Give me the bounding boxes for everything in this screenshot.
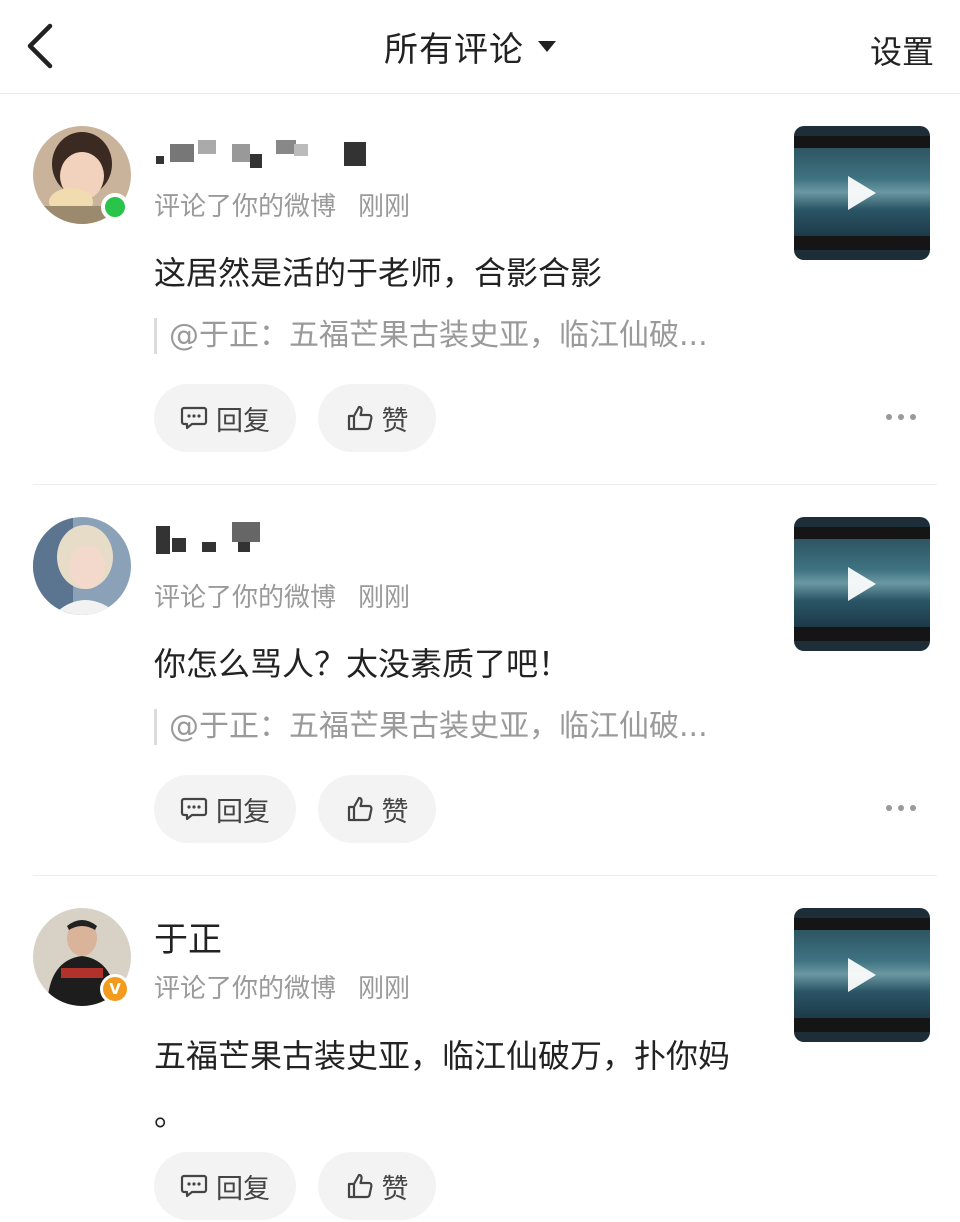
like-label: 赞: [381, 796, 409, 828]
comment-text-line: 五福芒果古装史亚，临江仙破万，扑你妈: [154, 1037, 731, 1075]
post-video-thumbnail[interactable]: [794, 517, 930, 651]
comment-time: 刚刚: [358, 583, 411, 613]
thumbs-up-icon: [347, 796, 373, 822]
page-title: 所有评论: [384, 29, 524, 70]
quoted-post[interactable]: @于正：五福芒果古装史亚，临江仙破...: [154, 318, 708, 354]
play-icon: [848, 567, 876, 601]
back-button[interactable]: [22, 22, 62, 70]
like-label: 赞: [381, 1173, 409, 1205]
verified-badge-text: V: [109, 980, 121, 998]
play-icon: [848, 176, 876, 210]
username-masked[interactable]: [154, 520, 384, 560]
reply-label: 回复: [216, 405, 270, 437]
comment-filter-dropdown[interactable]: 所有评论: [384, 22, 556, 70]
username[interactable]: 于正: [154, 912, 222, 961]
comment-bubble-icon: [180, 1174, 208, 1198]
like-button[interactable]: 赞: [318, 1152, 436, 1220]
quoted-post[interactable]: @于正：五福芒果古装史亚，临江仙破...: [154, 709, 708, 745]
comment-text: 这居然是活的于老师，合影合影: [154, 254, 603, 292]
reply-button[interactable]: 回复: [154, 775, 296, 843]
comment-time: 刚刚: [358, 974, 411, 1004]
back-arrow-icon: [27, 23, 53, 69]
post-video-thumbnail[interactable]: [794, 908, 930, 1042]
comment-meta: 评论了你的微博 刚刚: [154, 577, 410, 614]
comment-text-line: 。: [154, 1095, 187, 1133]
meta-text: 评论了你的微博: [154, 192, 337, 222]
reply-button[interactable]: 回复: [154, 1152, 296, 1220]
dropdown-caret-icon: [538, 40, 556, 52]
comment-bubble-icon: [180, 406, 208, 430]
comment-meta: 评论了你的微博 刚刚: [154, 968, 410, 1005]
like-label: 赞: [381, 405, 409, 437]
divider: [33, 484, 937, 485]
verified-badge: V: [100, 974, 130, 1004]
post-video-thumbnail[interactable]: [794, 126, 930, 260]
divider: [33, 875, 937, 876]
comment-text: 五福芒果古装史亚，临江仙破万，扑你妈 。: [154, 1027, 774, 1143]
more-options-icon[interactable]: [886, 805, 916, 813]
settings-button[interactable]: 设置: [870, 27, 934, 73]
like-button[interactable]: 赞: [318, 384, 436, 452]
top-bar: 所有评论 设置: [0, 0, 960, 94]
avatar[interactable]: [33, 517, 131, 615]
more-options-icon[interactable]: [886, 414, 916, 422]
comment-bubble-icon: [180, 797, 208, 821]
like-button[interactable]: 赞: [318, 775, 436, 843]
comment-time: 刚刚: [358, 192, 411, 222]
online-status-badge: [101, 193, 129, 221]
play-icon: [848, 958, 876, 992]
thumbs-up-icon: [347, 1173, 373, 1199]
comment-text: 你怎么骂人？太没素质了吧！: [154, 645, 571, 683]
reply-label: 回复: [216, 796, 270, 828]
reply-button[interactable]: 回复: [154, 384, 296, 452]
meta-text: 评论了你的微博: [154, 974, 337, 1004]
username-masked[interactable]: [154, 138, 384, 178]
comment-meta: 评论了你的微博 刚刚: [154, 186, 410, 223]
meta-text: 评论了你的微博: [154, 583, 337, 613]
thumbs-up-icon: [347, 405, 373, 431]
reply-label: 回复: [216, 1173, 270, 1205]
